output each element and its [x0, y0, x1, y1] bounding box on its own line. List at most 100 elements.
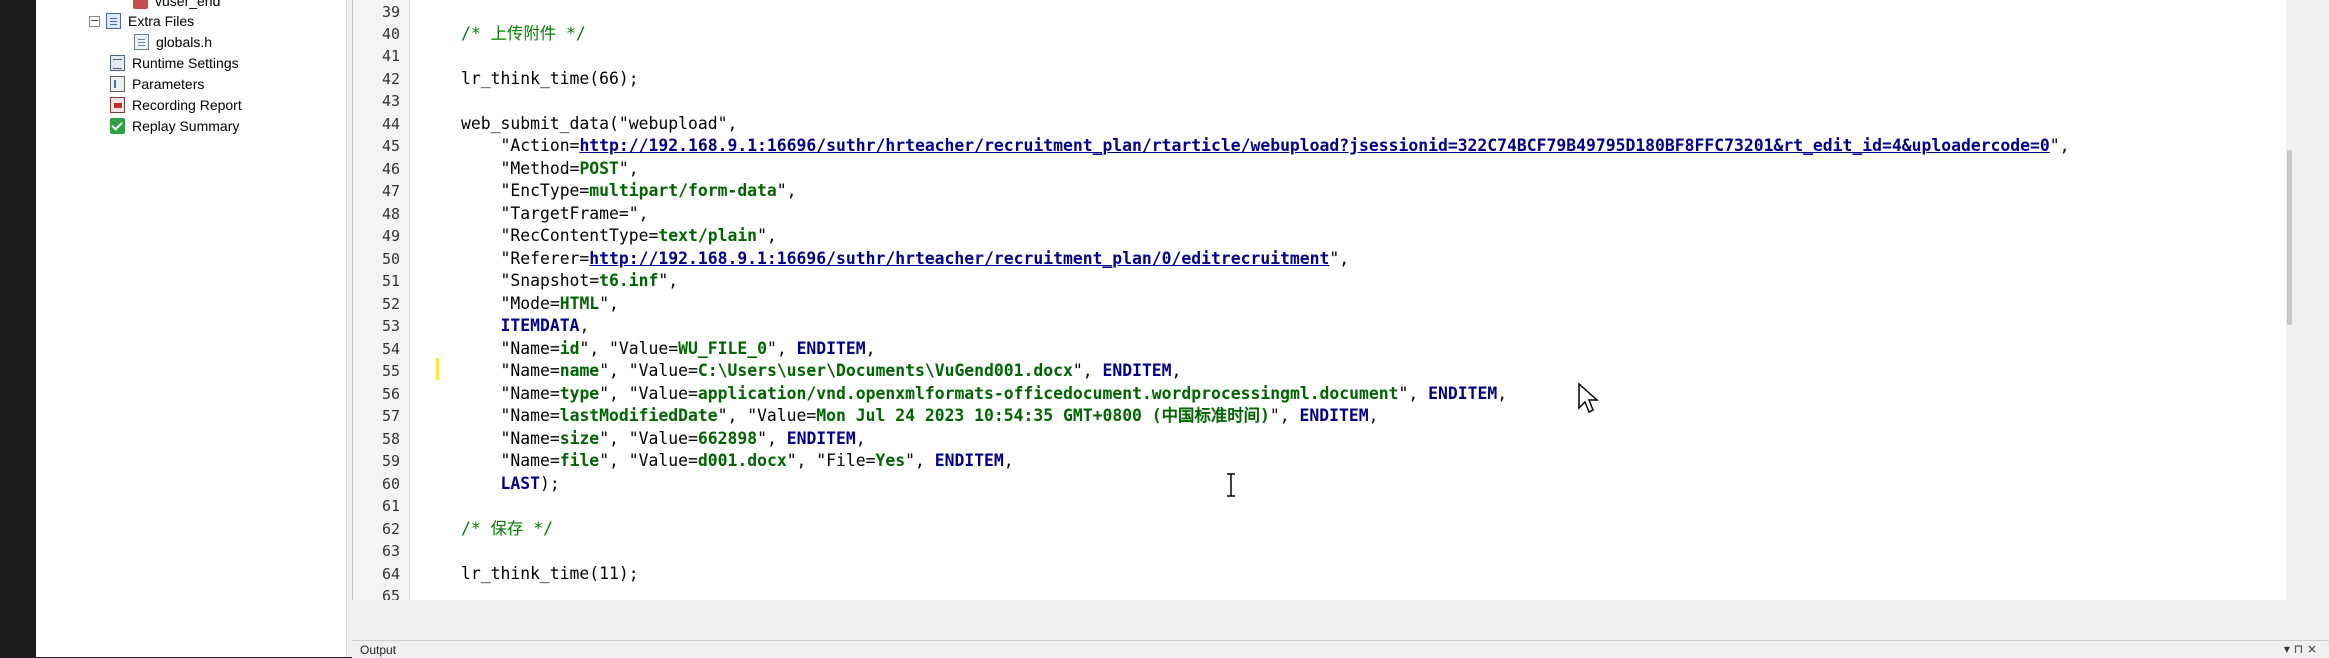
- output-panel-controls[interactable]: ▾ ⊓ ×: [2284, 642, 2317, 656]
- item-name: type: [559, 384, 600, 403]
- attr-key: "Snapshot=: [500, 271, 600, 290]
- code-line: 54 "Name=id", "Value=WU_FILE_0", ENDITEM…: [353, 338, 876, 360]
- str: ", "Value=: [599, 429, 698, 448]
- code-line: 44 web_submit_data("webupload",: [353, 113, 737, 135]
- str: "Name=: [500, 384, 560, 403]
- keyword: LAST: [500, 474, 540, 493]
- function-args: (66);: [589, 69, 639, 88]
- parameters-icon: [110, 76, 125, 92]
- item-name: name: [559, 361, 600, 380]
- line-number: 56: [381, 385, 400, 403]
- code-line: 62 /* 保存 */: [353, 518, 553, 540]
- output-panel-header: Output ▾ ⊓ ×: [352, 640, 2329, 658]
- function-name: lr_think_time: [461, 564, 590, 583]
- attr-key: "Referer=: [500, 249, 590, 268]
- tree-item-extra-files[interactable]: − Extra Files: [89, 11, 194, 31]
- line-number: 62: [381, 520, 400, 538]
- punct: ,: [1368, 406, 1379, 425]
- action-url-link[interactable]: http://192.168.9.1:16696/suthr/hrteacher…: [579, 136, 2049, 155]
- tree-item-parameters[interactable]: Parameters: [110, 74, 204, 94]
- line-number: 54: [381, 340, 400, 358]
- attr-end: ",: [599, 294, 619, 313]
- tree-item-replay-summary[interactable]: Replay Summary: [110, 116, 239, 136]
- item-value: WU_FILE_0: [678, 339, 767, 358]
- code-line: 39: [353, 1, 461, 23]
- str: ",: [1072, 361, 1103, 380]
- item-value: d001.docx: [697, 451, 787, 470]
- tree-item-runtime-settings[interactable]: Runtime Settings: [110, 53, 239, 73]
- code-line: 58 "Name=size", "Value=662898", ENDITEM,: [353, 428, 866, 450]
- punct: ,: [855, 429, 866, 448]
- keyword: ENDITEM: [1299, 406, 1369, 425]
- keyword: ENDITEM: [934, 451, 1004, 470]
- line-number: 65: [381, 587, 400, 600]
- output-panel-title: Output: [360, 643, 397, 657]
- line-number: 48: [381, 205, 400, 223]
- str: ", "Value=: [599, 361, 698, 380]
- text-cursor-icon: [1227, 473, 1235, 497]
- str: "Name=: [500, 339, 560, 358]
- function-name: web_submit_data: [461, 114, 610, 133]
- script-icon: [133, 0, 148, 9]
- code-line: 50 "Referer=http://192.168.9.1:16696/sut…: [353, 248, 1349, 270]
- collapse-toggle[interactable]: −: [89, 15, 100, 27]
- function-name: lr_think_time: [461, 69, 590, 88]
- str: "Name=: [500, 429, 560, 448]
- code-comment: /* 保存 */: [461, 519, 553, 538]
- line-number: 51: [381, 272, 400, 290]
- punct: ,: [579, 316, 590, 335]
- tree-item-label: globals.h: [156, 34, 213, 50]
- line-number: 52: [381, 295, 400, 313]
- line-number: 58: [381, 430, 400, 448]
- referer-url-link[interactable]: http://192.168.9.1:16696/suthr/hrteacher…: [589, 249, 1329, 268]
- line-number: 42: [381, 70, 400, 88]
- tree-item-globals-h[interactable]: globals.h: [134, 32, 212, 52]
- code-line: 47 "EncType=multipart/form-data",: [353, 180, 797, 202]
- tree-item-vuser-end[interactable]: vuser_end: [133, 0, 220, 11]
- line-number: 44: [381, 115, 400, 133]
- item-value: Yes: [875, 451, 906, 470]
- tree-item-label: Parameters: [132, 76, 205, 92]
- code-line: 43: [353, 90, 461, 112]
- code-line: 40 /* 上传附件 */: [353, 23, 586, 45]
- keyword: ENDITEM: [786, 429, 856, 448]
- tree-item-label: vuser_end: [155, 0, 221, 9]
- tree-item-recording-report[interactable]: Recording Report: [110, 95, 242, 115]
- code-line: 63: [353, 540, 461, 562]
- line-number: 60: [381, 475, 400, 493]
- str: ",: [757, 429, 787, 448]
- folder-doc-icon: [106, 13, 121, 29]
- code-line: 52 "Mode=HTML",: [353, 293, 619, 315]
- code-line: 48 "TargetFrame=",: [353, 203, 649, 225]
- tree-item-label: Recording Report: [132, 97, 242, 113]
- str: ", "Value=: [579, 339, 679, 358]
- line-number: 41: [381, 47, 400, 65]
- str: "Name=: [500, 361, 560, 380]
- str: ",: [1398, 384, 1429, 403]
- keyword: ENDITEM: [1428, 384, 1498, 403]
- line-number: 45: [381, 137, 400, 155]
- item-name: id: [559, 339, 580, 358]
- line-number: 39: [381, 3, 400, 21]
- item-name: lastModifiedDate: [559, 406, 718, 425]
- attr-value: multipart/form-data: [589, 181, 777, 200]
- code-editor[interactable]: 39 40/* 上传附件 */ 41 42 lr_think_time(66); …: [352, 0, 2293, 600]
- solution-explorer-tree: vuser_end − Extra Files globals.h Runtim…: [36, 0, 346, 657]
- line-number: 64: [381, 565, 400, 583]
- line-number: 50: [381, 250, 400, 268]
- settings-icon: [110, 55, 125, 71]
- code-line: 46 "Method=POST",: [353, 158, 639, 180]
- line-number: 46: [381, 160, 400, 178]
- keyword: ENDITEM: [1102, 361, 1172, 380]
- str: ",: [1269, 406, 1300, 425]
- code-line: 61: [353, 495, 461, 517]
- attr-key: "Mode=: [500, 294, 560, 313]
- str: ", "File=: [786, 451, 876, 470]
- function-args: ("webupload",: [609, 114, 738, 133]
- attr-key: "EncType=: [500, 181, 590, 200]
- code-line: 59 "Name=file", "Value=d001.docx", "File…: [353, 450, 1014, 472]
- attr-text: "TargetFrame=",: [500, 204, 649, 223]
- code-line: 51 "Snapshot=t6.inf",: [353, 270, 678, 292]
- attr-value: t6.inf: [599, 271, 659, 290]
- code-line: 41: [353, 45, 461, 67]
